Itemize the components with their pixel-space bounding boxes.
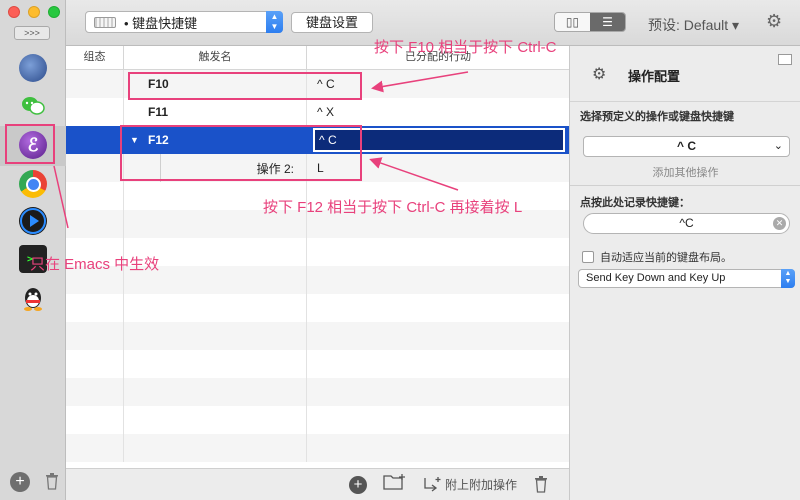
column-view-icon[interactable]: ▯▯	[555, 13, 590, 31]
new-folder-icon[interactable]	[383, 473, 407, 496]
window-controls	[8, 6, 60, 18]
player-app-icon[interactable]	[19, 207, 47, 235]
action-cell: ^ X	[317, 105, 334, 119]
select-stepper-icon: ▲ ▼	[266, 11, 283, 33]
action-config-panel: ⚙ 操作配置 选择预定义的操作或键盘快捷键 ^ C ⌄ 添加其他操作 点按此处记…	[569, 46, 800, 500]
auto-adapt-label: 自动适应当前的键盘布局。	[600, 252, 732, 264]
attach-action-button[interactable]: 附上附加操作	[423, 476, 517, 494]
gear-icon[interactable]: ⚙	[766, 11, 782, 32]
checkbox-icon[interactable]	[582, 251, 594, 263]
recorded-shortcut-value: ^C	[679, 216, 694, 230]
record-shortcut-label: 点按此处记录快捷键：	[580, 197, 690, 209]
column-header-trigger[interactable]: 触发名	[124, 46, 307, 69]
wechat-app-icon[interactable]	[19, 92, 47, 120]
trash-icon[interactable]	[44, 472, 60, 492]
emacs-highlight-box	[5, 124, 55, 164]
trigger-type-value: • 键盘快捷键	[124, 15, 198, 31]
column-header-config[interactable]: 组态	[66, 46, 124, 69]
auto-adapt-checkbox[interactable]: 自动适应当前的键盘布局。	[582, 249, 732, 265]
preset-selector[interactable]: 预设: Default ▾	[648, 15, 739, 35]
expand-sidebar-button[interactable]: >>>	[14, 26, 50, 40]
sidebar-actions: +	[10, 472, 60, 492]
table-bottom-toolbar: + 附上附加操作	[66, 468, 569, 500]
delete-trigger-icon[interactable]	[533, 475, 549, 495]
attach-icon	[424, 476, 441, 492]
panel-header: ⚙ 操作配置	[570, 46, 800, 102]
attach-action-label: 附上附加操作	[444, 478, 517, 492]
send-mode-select[interactable]: Send Key Down and Key Up ▲ ▼	[578, 269, 795, 288]
f12-annotation: 按下 F12 相当于按下 Ctrl-C 再接着按 L	[263, 199, 523, 216]
list-view-icon[interactable]: ☰	[590, 13, 625, 31]
add-other-action-link[interactable]: 添加其他操作	[570, 164, 800, 180]
chrome-app-icon[interactable]	[19, 170, 47, 198]
gear-icon: ⚙	[592, 66, 607, 83]
emacs-annotation: 只在 Emacs 中生效	[30, 256, 160, 273]
select-stepper-icon: ▲ ▼	[781, 269, 795, 288]
panel-title: 操作配置	[628, 69, 681, 84]
view-mode-toggle: ▯▯ ☰	[554, 12, 626, 32]
trigger-cell: F11	[124, 98, 307, 126]
predefined-action-label: 选择预定义的操作或键盘快捷键	[580, 111, 734, 123]
record-shortcut-field[interactable]: ^C ✕	[583, 213, 790, 234]
minimize-window-button[interactable]	[28, 6, 40, 18]
divider	[570, 185, 800, 186]
chevron-down-icon: ⌄	[773, 140, 783, 152]
f10-annotation: 按下 F10 相当于按下 Ctrl-C	[374, 39, 557, 56]
send-mode-value: Send Key Down and Key Up	[586, 272, 726, 284]
clear-icon[interactable]: ✕	[773, 217, 786, 230]
close-window-button[interactable]	[8, 6, 20, 18]
trigger-type-select[interactable]: • 键盘快捷键 ▲ ▼	[85, 11, 283, 33]
detach-panel-icon[interactable]	[778, 54, 792, 65]
zoom-window-button[interactable]	[48, 6, 60, 18]
app-sidebar: >>> ℰ >_ +	[0, 0, 66, 500]
keyboard-settings-button[interactable]: 键盘设置	[291, 12, 373, 33]
f10-highlight-box	[128, 72, 362, 100]
f12-highlight-box	[120, 125, 362, 181]
globe-app-icon[interactable]	[19, 54, 47, 82]
keyboard-icon	[94, 16, 116, 28]
predefined-action-select[interactable]: ^ C ⌄	[583, 136, 790, 157]
add-trigger-button[interactable]: +	[348, 475, 367, 494]
qq-app-icon[interactable]	[19, 285, 47, 313]
table-row[interactable]: F11 ^ X	[66, 98, 569, 126]
add-app-button[interactable]: +	[10, 472, 30, 492]
predefined-action-value: ^ C	[676, 139, 696, 153]
